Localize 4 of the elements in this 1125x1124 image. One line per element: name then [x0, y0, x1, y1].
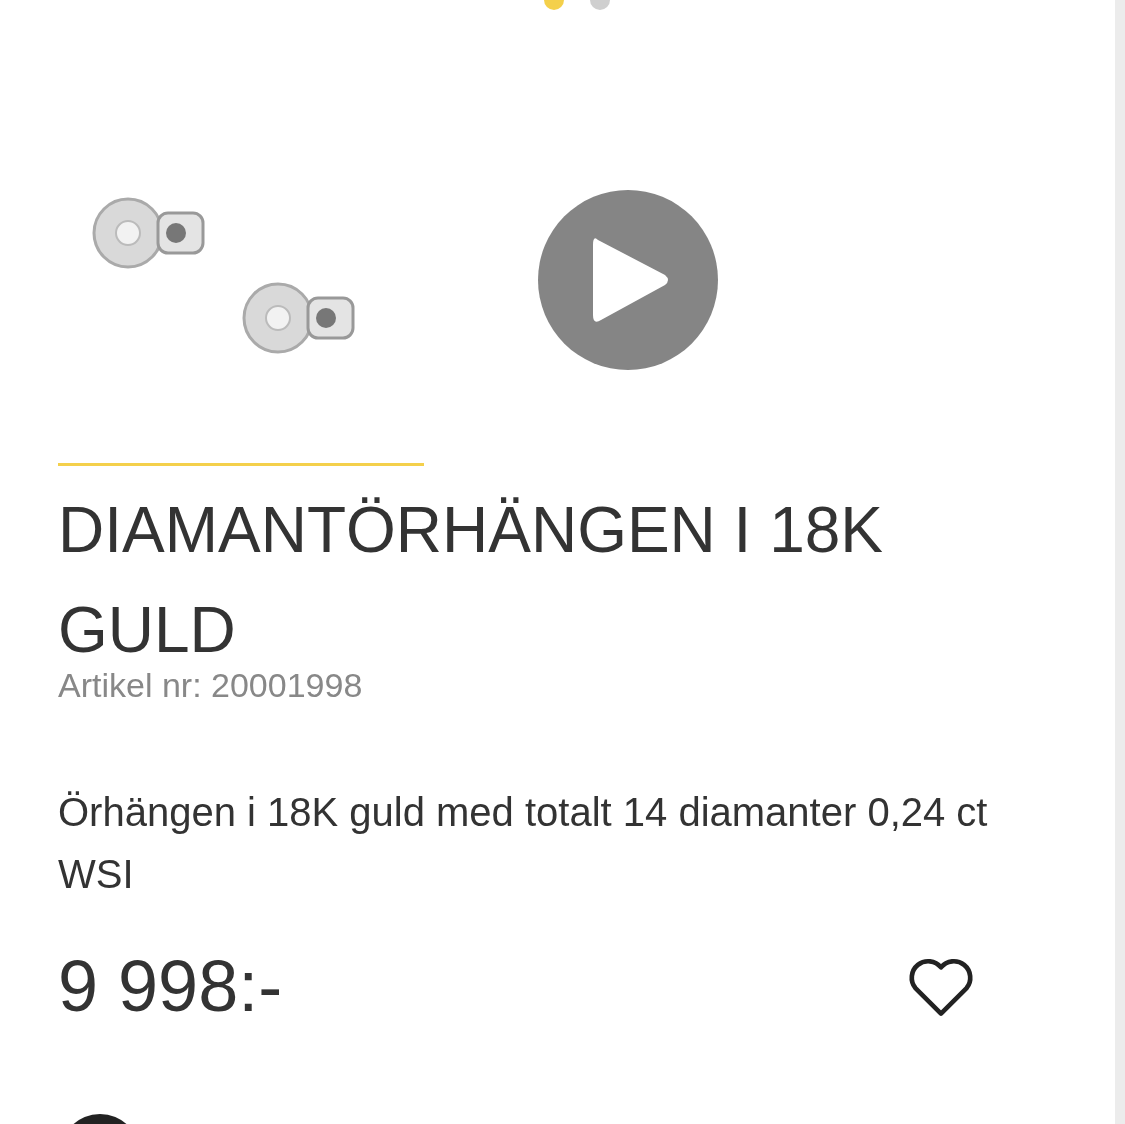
product-price: 9 998:-: [58, 945, 283, 1027]
product-title: DIAMANTÖRHÄNGEN I 18K GULD: [58, 493, 885, 668]
article-number: Artikel nr: 20001998: [58, 666, 364, 705]
product-description: Örhängen i 18K guld med totalt 14 diamanter 0,24 ct WSI: [58, 789, 989, 898]
